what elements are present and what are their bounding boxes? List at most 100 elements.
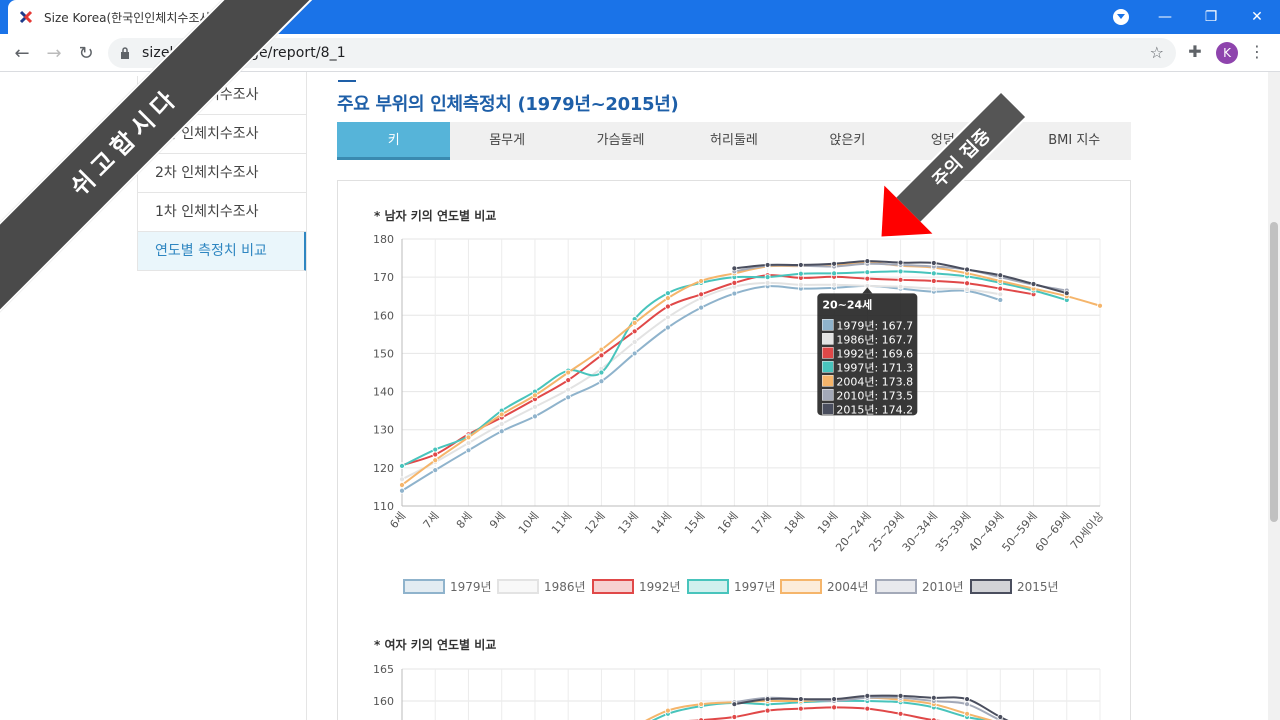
data-point[interactable] [631,339,638,345]
data-point[interactable] [731,701,738,708]
data-point[interactable] [565,377,572,384]
data-point[interactable] [399,463,405,469]
data-point[interactable] [631,328,638,335]
legend-swatch[interactable] [592,579,634,594]
legend-label[interactable]: 1992년 [639,580,681,594]
data-point[interactable] [764,707,771,714]
data-point[interactable] [432,457,439,464]
data-point[interactable] [698,304,705,311]
data-point[interactable] [831,696,837,702]
scrollbar-thumb[interactable] [1270,222,1278,522]
data-point[interactable] [930,285,937,292]
data-point[interactable] [964,280,970,287]
data-point[interactable] [565,394,572,401]
data-point[interactable] [498,421,505,427]
data-point[interactable] [432,446,439,453]
data-point[interactable] [897,259,904,266]
data-point[interactable] [964,286,970,293]
data-point[interactable] [964,266,970,273]
data-point[interactable] [831,281,837,288]
legend-label[interactable]: 1979년 [450,580,492,594]
profile-dropdown-icon[interactable] [1113,9,1129,25]
data-point[interactable] [864,705,871,712]
data-point[interactable] [498,428,505,435]
data-point[interactable] [731,290,738,297]
data-point[interactable] [831,260,837,267]
data-point[interactable] [598,369,605,376]
data-point[interactable] [498,411,505,418]
restore-button[interactable]: ❐ [1188,0,1234,34]
data-point[interactable] [864,269,871,276]
data-point[interactable] [1063,290,1070,297]
data-point[interactable] [831,704,837,711]
data-point[interactable] [698,701,705,708]
data-point[interactable] [797,705,804,712]
legend-label[interactable]: 2004년 [827,580,869,594]
data-point[interactable] [797,262,804,268]
bookmark-star-icon[interactable]: ☆ [1150,43,1164,62]
data-point[interactable] [731,265,738,272]
data-point[interactable] [930,278,937,284]
data-point[interactable] [532,403,538,410]
data-point[interactable] [930,270,937,277]
minimize-button[interactable]: — [1142,0,1188,34]
data-point[interactable] [930,694,937,701]
data-point[interactable] [897,276,904,283]
data-point[interactable] [532,392,538,399]
data-point[interactable] [698,278,705,284]
browser-menu-icon[interactable]: ⋮ [1246,42,1268,64]
data-point[interactable] [399,487,405,494]
data-point[interactable] [864,692,871,699]
tab-height[interactable]: 키 [337,122,451,160]
data-point[interactable] [797,270,804,277]
data-point[interactable] [698,291,705,298]
data-point[interactable] [897,283,904,290]
data-point[interactable] [964,710,970,717]
legend-swatch[interactable] [497,579,539,594]
legend-swatch[interactable] [970,579,1012,594]
data-point[interactable] [997,291,1004,298]
data-point[interactable] [399,482,405,488]
legend-swatch[interactable] [875,579,917,594]
data-point[interactable] [864,275,871,282]
data-point[interactable] [731,714,738,720]
data-point[interactable] [665,290,671,297]
legend-label[interactable]: 2015년 [1017,580,1059,594]
tab-weight[interactable]: 몸무게 [450,122,563,160]
data-point[interactable] [665,295,671,302]
data-point[interactable] [598,346,605,353]
data-point[interactable] [997,714,1004,720]
data-point[interactable] [764,262,771,268]
legend-label[interactable]: 1986년 [544,580,586,594]
data-point[interactable] [631,320,638,326]
data-point[interactable] [432,451,439,458]
data-point[interactable] [565,369,572,376]
data-point[interactable] [864,258,871,265]
data-point[interactable] [631,350,638,357]
data-point[interactable] [665,314,671,321]
avatar[interactable]: K [1216,42,1238,64]
data-point[interactable] [432,467,439,474]
data-point[interactable] [532,413,538,420]
male-height-chart[interactable]: 1101201301401501601701806세 7세 8세 9세 10세 11세 12… [338,231,1130,661]
legend-swatch[interactable] [780,579,822,594]
data-point[interactable] [764,696,771,702]
data-point[interactable] [764,274,771,281]
legend-swatch[interactable] [403,579,445,594]
data-point[interactable] [897,268,904,275]
data-point[interactable] [465,434,472,441]
data-point[interactable] [897,692,904,699]
data-point[interactable] [731,279,738,286]
data-point[interactable] [465,447,472,454]
data-point[interactable] [997,272,1004,279]
legend-label[interactable]: 2010년 [922,580,964,594]
data-point[interactable] [598,378,605,385]
data-point[interactable] [565,386,572,393]
data-point[interactable] [930,260,937,266]
data-point[interactable] [997,297,1004,303]
legend-label[interactable]: 1997년 [734,580,776,594]
data-point[interactable] [964,696,970,702]
data-point[interactable] [797,281,804,288]
data-point[interactable] [964,701,970,708]
data-point[interactable] [399,476,405,483]
